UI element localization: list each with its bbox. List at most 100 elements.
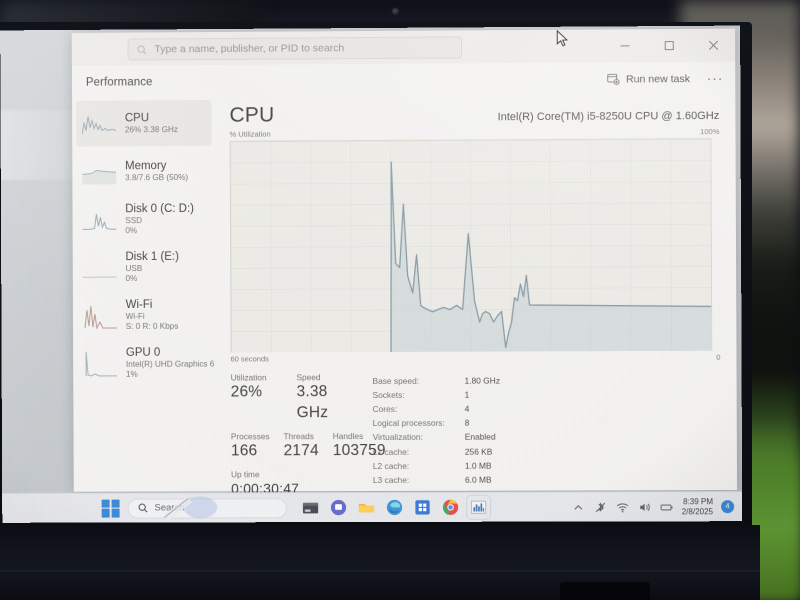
sidebar-item-disk-0[interactable]: Disk 0 (C: D:) SSD 0% bbox=[76, 196, 212, 243]
notification-badge[interactable]: 4 bbox=[721, 500, 734, 513]
y-axis-label: % Utilization bbox=[230, 130, 271, 139]
teams-icon[interactable] bbox=[329, 498, 348, 517]
sidebar-item-disk-1-text: Disk 1 (E:) USB 0% bbox=[125, 251, 179, 284]
tray-expand-chevron-up-icon[interactable] bbox=[571, 500, 585, 514]
task-manager-icon[interactable] bbox=[469, 498, 488, 517]
start-icon-quadrant bbox=[102, 509, 110, 517]
detail-value: 8 bbox=[465, 416, 470, 430]
detail-value: 4 bbox=[465, 402, 470, 416]
processes-value: 166 bbox=[231, 441, 270, 462]
taskbar-search[interactable]: Search bbox=[128, 498, 288, 518]
edge-icon[interactable] bbox=[385, 498, 404, 517]
detail-row: Cores: 4 bbox=[373, 401, 721, 416]
sidebar-item-wifi-sub2: S: 0 R: 0 Kbps bbox=[126, 321, 179, 331]
start-icon-quadrant bbox=[111, 509, 119, 517]
detail-value: 256 KB bbox=[465, 444, 493, 458]
maximize-button[interactable] bbox=[647, 29, 691, 62]
graph-bottom-axis: 60 seconds 0 bbox=[231, 353, 721, 364]
windows-taskbar: Search 8:39 PM 2/8/2025 4 bbox=[2, 491, 742, 523]
chrome-icon[interactable] bbox=[441, 498, 460, 517]
detail-row: L1 cache: 256 KB bbox=[373, 444, 721, 459]
wifi-icon[interactable] bbox=[615, 500, 629, 514]
sidebar-item-gpu-0-name: GPU 0 bbox=[126, 346, 207, 360]
bluetooth-off-icon[interactable] bbox=[593, 500, 607, 514]
x-axis-right-label: 0 bbox=[716, 353, 720, 362]
processes-stat: Processes 166 bbox=[231, 431, 270, 462]
taskbar-date: 2/8/2025 bbox=[682, 507, 713, 516]
taskbar-app-icons bbox=[301, 498, 488, 517]
cpu-details-list: Base speed: 1.80 GHz Sockets: 1 Cores: 4 bbox=[372, 371, 721, 498]
mouse-cursor bbox=[556, 30, 568, 48]
page-title: Performance bbox=[86, 76, 153, 88]
utilization-label: Utilization bbox=[231, 372, 283, 382]
sidebar-item-wifi[interactable]: Wi-Fi Wi-Fi S: 0 R: 0 Kbps bbox=[77, 292, 213, 338]
taskbar-search-label: Search bbox=[154, 502, 184, 513]
sidebar-item-cpu[interactable]: CPU 26% 3.38 GHz bbox=[76, 100, 212, 147]
system-tray: 8:39 PM 2/8/2025 4 bbox=[571, 497, 742, 516]
file-explorer-icon[interactable] bbox=[357, 498, 376, 517]
sidebar-item-wifi-text: Wi-Fi Wi-Fi S: 0 R: 0 Kbps bbox=[126, 299, 179, 332]
gpu0-thumbnail-graph bbox=[83, 348, 117, 378]
run-new-task-label: Run new task bbox=[626, 73, 690, 85]
battery-icon[interactable] bbox=[660, 500, 674, 514]
sidebar-item-wifi-sub1: Wi-Fi bbox=[126, 312, 179, 322]
sidebar-item-memory-name: Memory bbox=[125, 160, 188, 174]
taskbar-clock[interactable]: 8:39 PM 2/8/2025 bbox=[682, 497, 713, 516]
volume-icon[interactable] bbox=[637, 500, 651, 514]
graph-top-axis: % Utilization 100% bbox=[230, 127, 720, 139]
detail-row: Sockets: 1 bbox=[372, 387, 720, 402]
detail-value: Enabled bbox=[465, 430, 496, 444]
run-new-task-icon bbox=[607, 72, 620, 85]
more-options-button[interactable]: ··· bbox=[701, 66, 729, 90]
run-new-task-button[interactable]: Run new task bbox=[598, 68, 699, 90]
laptop-hinge bbox=[0, 570, 760, 574]
window-controls bbox=[602, 29, 735, 63]
command-bar-actions: Run new task ··· bbox=[598, 66, 729, 91]
search-input[interactable] bbox=[154, 41, 453, 55]
sidebar-item-disk-1-sub2: 0% bbox=[126, 273, 180, 283]
cpu-graph-wrapper: 60 seconds 0 bbox=[230, 138, 721, 363]
file-explorer-dark-icon[interactable] bbox=[301, 498, 320, 517]
sidebar-item-disk-0-text: Disk 0 (C: D:) SSD 0% bbox=[125, 203, 194, 236]
sidebar-item-gpu-0-text: GPU 0 Intel(R) UHD Graphics 6 1% bbox=[126, 346, 207, 379]
sidebar-item-disk-1[interactable]: Disk 1 (E:) USB 0% bbox=[77, 244, 213, 291]
close-button[interactable] bbox=[691, 29, 735, 62]
speed-stat: Speed 3.38 GHz bbox=[296, 372, 358, 424]
cpu-stats-left: Utilization 26% Speed 3.38 GHz Processes… bbox=[231, 372, 373, 498]
detail-value: 1 bbox=[465, 388, 470, 402]
detail-row: L2 cache: 1.0 MB bbox=[373, 458, 721, 473]
cpu-thumbnail-graph bbox=[82, 108, 116, 138]
threads-value: 2174 bbox=[284, 441, 319, 462]
webcam-icon bbox=[392, 8, 399, 15]
sidebar-item-gpu-0[interactable]: GPU 0 Intel(R) UHD Graphics 6 1% bbox=[77, 340, 213, 386]
detail-row: Base speed: 1.80 GHz bbox=[372, 373, 720, 388]
detail-key: Virtualization: bbox=[373, 430, 465, 444]
sidebar-item-disk-1-sub1: USB bbox=[125, 264, 179, 274]
microsoft-store-icon[interactable] bbox=[413, 498, 432, 517]
detail-row: L3 cache: 6.0 MB bbox=[373, 472, 721, 487]
cpu-header: CPU Intel(R) Core(TM) i5-8250U CPU @ 1.6… bbox=[229, 101, 719, 128]
cpu-utilization-graph[interactable] bbox=[230, 138, 713, 352]
cpu-detail-pane: CPU Intel(R) Core(TM) i5-8250U CPU @ 1.6… bbox=[215, 95, 737, 492]
start-button[interactable] bbox=[102, 499, 120, 517]
sidebar-item-memory-sub: 3.8/7.6 GB (50%) bbox=[125, 173, 188, 183]
detail-row: Logical processors: 8 bbox=[373, 415, 721, 430]
cpu-graph-svg bbox=[231, 139, 712, 353]
search-box[interactable] bbox=[127, 36, 462, 60]
sidebar-item-disk-0-sub1: SSD bbox=[125, 216, 194, 226]
sidebar-item-cpu-text: CPU 26% 3.38 GHz bbox=[125, 112, 178, 135]
performance-sidebar: CPU 26% 3.38 GHz Memory 3.8/7.6 GB (50%)… bbox=[72, 98, 217, 492]
title-bar bbox=[72, 29, 735, 66]
cpu-title: CPU bbox=[229, 104, 274, 128]
start-icon-quadrant bbox=[111, 499, 119, 507]
taskbar-center-group: Search bbox=[102, 497, 489, 518]
sidebar-item-cpu-sub: 26% 3.38 GHz bbox=[125, 125, 178, 135]
minimize-button[interactable] bbox=[602, 29, 646, 62]
sidebar-item-memory[interactable]: Memory 3.8/7.6 GB (50%) bbox=[76, 148, 212, 195]
threads-stat: Threads 2174 bbox=[283, 431, 318, 462]
taskbar-search-icon bbox=[137, 503, 148, 514]
disk1-thumbnail-graph bbox=[83, 252, 117, 282]
sidebar-item-memory-text: Memory 3.8/7.6 GB (50%) bbox=[125, 160, 188, 183]
processes-label: Processes bbox=[231, 431, 270, 441]
detail-value: 1.0 MB bbox=[465, 458, 492, 472]
